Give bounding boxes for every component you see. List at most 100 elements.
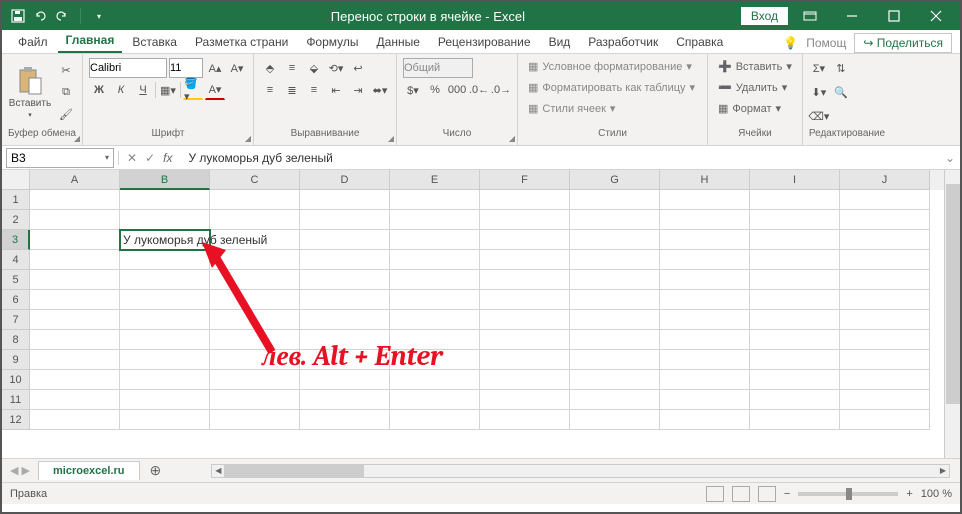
enter-icon[interactable]: ✓ bbox=[145, 151, 155, 165]
minimize-icon[interactable] bbox=[832, 2, 872, 30]
col-header[interactable]: D bbox=[300, 170, 390, 190]
ribbon-display-icon[interactable] bbox=[790, 2, 830, 30]
cell[interactable] bbox=[570, 330, 660, 350]
font-color-icon[interactable]: A▾ bbox=[205, 80, 225, 100]
insert-cells-button[interactable]: ➕ Вставить ▾ bbox=[714, 58, 796, 75]
save-icon[interactable] bbox=[10, 8, 26, 24]
tab-developer[interactable]: Разработчик bbox=[580, 31, 666, 53]
cell[interactable] bbox=[390, 270, 480, 290]
tab-view[interactable]: Вид bbox=[541, 31, 579, 53]
cell[interactable] bbox=[660, 250, 750, 270]
cell[interactable] bbox=[480, 310, 570, 330]
align-right-icon[interactable]: ≡ bbox=[304, 80, 324, 100]
cell[interactable] bbox=[480, 330, 570, 350]
cell[interactable] bbox=[300, 190, 390, 210]
cell[interactable] bbox=[390, 350, 480, 370]
font-size-select[interactable] bbox=[169, 58, 203, 78]
cell[interactable] bbox=[750, 390, 840, 410]
launcher-alignment[interactable]: ◢ bbox=[388, 134, 394, 143]
cell[interactable] bbox=[840, 230, 930, 250]
cell[interactable] bbox=[300, 310, 390, 330]
clear-icon[interactable]: ⌫▾ bbox=[809, 106, 829, 126]
format-table-button[interactable]: ▦ Форматировать как таблицу ▾ bbox=[524, 79, 701, 96]
fx-icon[interactable]: fx bbox=[163, 151, 172, 165]
cell[interactable] bbox=[390, 330, 480, 350]
paste-button[interactable]: Вставить ▾ bbox=[8, 58, 52, 126]
row-header[interactable]: 10 bbox=[2, 370, 30, 390]
cell[interactable] bbox=[480, 210, 570, 230]
view-break-icon[interactable] bbox=[758, 486, 776, 502]
font-name-select[interactable] bbox=[89, 58, 167, 78]
cell[interactable] bbox=[750, 310, 840, 330]
add-sheet-icon[interactable]: ⊕ bbox=[140, 462, 172, 479]
fill-handle[interactable] bbox=[206, 246, 212, 252]
grow-font-icon[interactable]: A▴ bbox=[205, 58, 225, 78]
cell[interactable] bbox=[210, 350, 300, 370]
row-header[interactable]: 12 bbox=[2, 410, 30, 430]
cell[interactable] bbox=[570, 210, 660, 230]
cell[interactable] bbox=[570, 270, 660, 290]
view-page-icon[interactable] bbox=[732, 486, 750, 502]
view-normal-icon[interactable] bbox=[706, 486, 724, 502]
cell[interactable] bbox=[30, 230, 120, 250]
format-painter-icon[interactable]: 🖌 bbox=[56, 104, 76, 124]
launcher-font[interactable]: ◢ bbox=[245, 134, 251, 143]
cell[interactable] bbox=[660, 290, 750, 310]
col-header[interactable]: H bbox=[660, 170, 750, 190]
cell[interactable] bbox=[390, 410, 480, 430]
copy-icon[interactable]: ⧉ bbox=[56, 82, 76, 102]
login-button[interactable]: Вход bbox=[741, 7, 788, 25]
cell[interactable] bbox=[660, 210, 750, 230]
dec-decimal-icon[interactable]: .0→ bbox=[491, 80, 511, 100]
col-header[interactable]: F bbox=[480, 170, 570, 190]
cell[interactable] bbox=[840, 350, 930, 370]
cell[interactable] bbox=[480, 370, 570, 390]
cell[interactable] bbox=[570, 310, 660, 330]
cell[interactable] bbox=[750, 290, 840, 310]
cell[interactable] bbox=[390, 390, 480, 410]
cell[interactable] bbox=[390, 250, 480, 270]
tab-help[interactable]: Справка bbox=[668, 31, 731, 53]
sort-filter-icon[interactable]: ⇅ bbox=[831, 58, 851, 78]
cell[interactable] bbox=[660, 270, 750, 290]
zoom-in-icon[interactable]: + bbox=[906, 488, 912, 500]
cell[interactable] bbox=[30, 390, 120, 410]
cell[interactable] bbox=[30, 270, 120, 290]
cell[interactable] bbox=[750, 350, 840, 370]
wrap-text-icon[interactable]: ↩ bbox=[348, 58, 368, 78]
cell[interactable] bbox=[480, 290, 570, 310]
cell[interactable] bbox=[480, 390, 570, 410]
maximize-icon[interactable] bbox=[874, 2, 914, 30]
cell-styles-button[interactable]: ▦ Стили ячеек ▾ bbox=[524, 100, 701, 117]
cell[interactable] bbox=[570, 390, 660, 410]
currency-icon[interactable]: $▾ bbox=[403, 80, 423, 100]
row-header[interactable]: 1 bbox=[2, 190, 30, 210]
lightbulb-icon[interactable]: 💡 bbox=[783, 36, 798, 50]
cell[interactable] bbox=[750, 370, 840, 390]
cell[interactable] bbox=[660, 370, 750, 390]
cell[interactable] bbox=[30, 410, 120, 430]
cell[interactable] bbox=[750, 230, 840, 250]
italic-button[interactable]: К bbox=[111, 80, 131, 100]
cell-b3[interactable]: У лукоморья дуб зеленый bbox=[120, 230, 210, 250]
cell[interactable] bbox=[210, 330, 300, 350]
tab-nav[interactable]: ◀ ▶ bbox=[2, 464, 38, 477]
border-icon[interactable]: ▦▾ bbox=[158, 80, 178, 100]
cell[interactable] bbox=[390, 210, 480, 230]
cell[interactable] bbox=[300, 210, 390, 230]
cell[interactable] bbox=[300, 250, 390, 270]
number-format-select[interactable] bbox=[403, 58, 473, 78]
align-center-icon[interactable]: ≣ bbox=[282, 80, 302, 100]
cell[interactable] bbox=[480, 250, 570, 270]
row-header[interactable]: 9 bbox=[2, 350, 30, 370]
cell[interactable] bbox=[120, 330, 210, 350]
align-bottom-icon[interactable]: ⬙ bbox=[304, 58, 324, 78]
format-cells-button[interactable]: ▦ Формат ▾ bbox=[714, 100, 796, 117]
bold-button[interactable]: Ж bbox=[89, 80, 109, 100]
conditional-format-button[interactable]: ▦ Условное форматирование ▾ bbox=[524, 58, 701, 75]
cell[interactable] bbox=[30, 350, 120, 370]
cell[interactable] bbox=[120, 270, 210, 290]
cell[interactable] bbox=[30, 250, 120, 270]
vertical-scrollbar[interactable] bbox=[944, 170, 960, 458]
cell[interactable] bbox=[570, 190, 660, 210]
